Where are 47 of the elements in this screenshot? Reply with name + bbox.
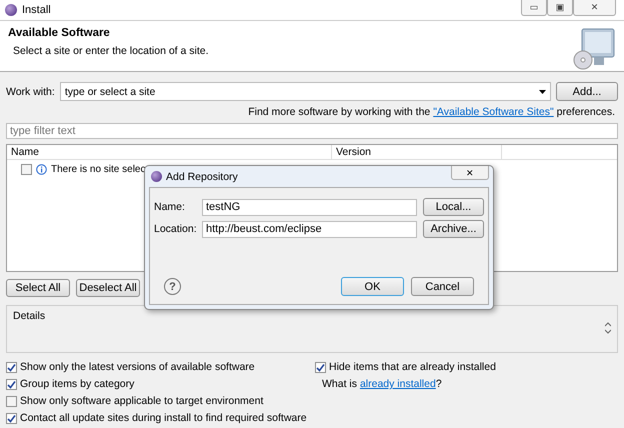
site-combo-box[interactable]: type or select a site xyxy=(60,82,551,101)
page-title: Available Software xyxy=(8,27,111,39)
option-label: Show only the latest versions of available software xyxy=(20,361,255,373)
deselect-all-button[interactable]: Deselect All xyxy=(76,279,140,297)
option-label: Hide items that are already installed xyxy=(329,361,496,373)
maximize-button[interactable]: ▣ xyxy=(547,0,573,16)
field-label: Name: xyxy=(154,201,186,213)
info-icon xyxy=(36,164,47,175)
checkbox[interactable] xyxy=(6,362,17,372)
close-button[interactable]: ✕ xyxy=(573,0,616,16)
already-installed-link[interactable]: already installed xyxy=(360,378,436,390)
add-button[interactable]: Add... xyxy=(556,82,618,101)
archive-button[interactable]: Archive... xyxy=(423,220,484,238)
available-software-sites-link[interactable]: "Available Software Sites" xyxy=(433,106,554,118)
page-subtitle: Select a site or enter the location of a site. xyxy=(12,45,210,57)
eclipse-icon xyxy=(151,171,162,182)
close-button[interactable]: ✕ xyxy=(451,166,489,180)
work-with-label: Work with: xyxy=(6,86,55,98)
eclipse-icon xyxy=(5,4,17,16)
option-label: Contact all update sites during install to find required software xyxy=(20,412,307,424)
name-field[interactable]: testNG xyxy=(202,198,417,216)
local-button[interactable]: Local... xyxy=(423,198,484,216)
option-label: Group items by category xyxy=(20,378,134,390)
cancel-button[interactable]: Cancel xyxy=(411,277,474,296)
help-icon[interactable]: ? xyxy=(164,278,181,295)
ok-button[interactable]: OK xyxy=(341,277,404,296)
installed-hint-text: What is already installed? xyxy=(322,378,442,390)
dialog-title: Add Repository xyxy=(166,170,238,182)
hint-text: Find more software by working with the "Available Software Sites" preferences. xyxy=(248,106,615,118)
checkbox[interactable] xyxy=(21,164,32,175)
filter-field[interactable]: type filter text xyxy=(6,123,618,139)
checkbox[interactable] xyxy=(6,412,17,424)
minimize-button[interactable]: ▭ xyxy=(521,0,547,16)
column-header: Name xyxy=(7,145,332,159)
location-field[interactable]: http://beust.com/eclipse xyxy=(202,220,417,238)
column-header: Version xyxy=(332,145,502,159)
dropdown-arrow-icon xyxy=(539,90,546,94)
checkbox[interactable] xyxy=(6,378,17,390)
option-label: Show only software applicable to target environment xyxy=(20,395,264,407)
checkbox[interactable] xyxy=(315,362,326,372)
select-all-button[interactable]: Select All xyxy=(6,279,70,297)
window-title: Install xyxy=(22,4,51,16)
field-label: Location: xyxy=(154,223,198,235)
details-title: Details xyxy=(13,310,46,322)
checkbox[interactable] xyxy=(6,396,17,406)
scroll-arrows-icon xyxy=(605,322,611,334)
table-cell: There is no site selec xyxy=(51,164,146,175)
